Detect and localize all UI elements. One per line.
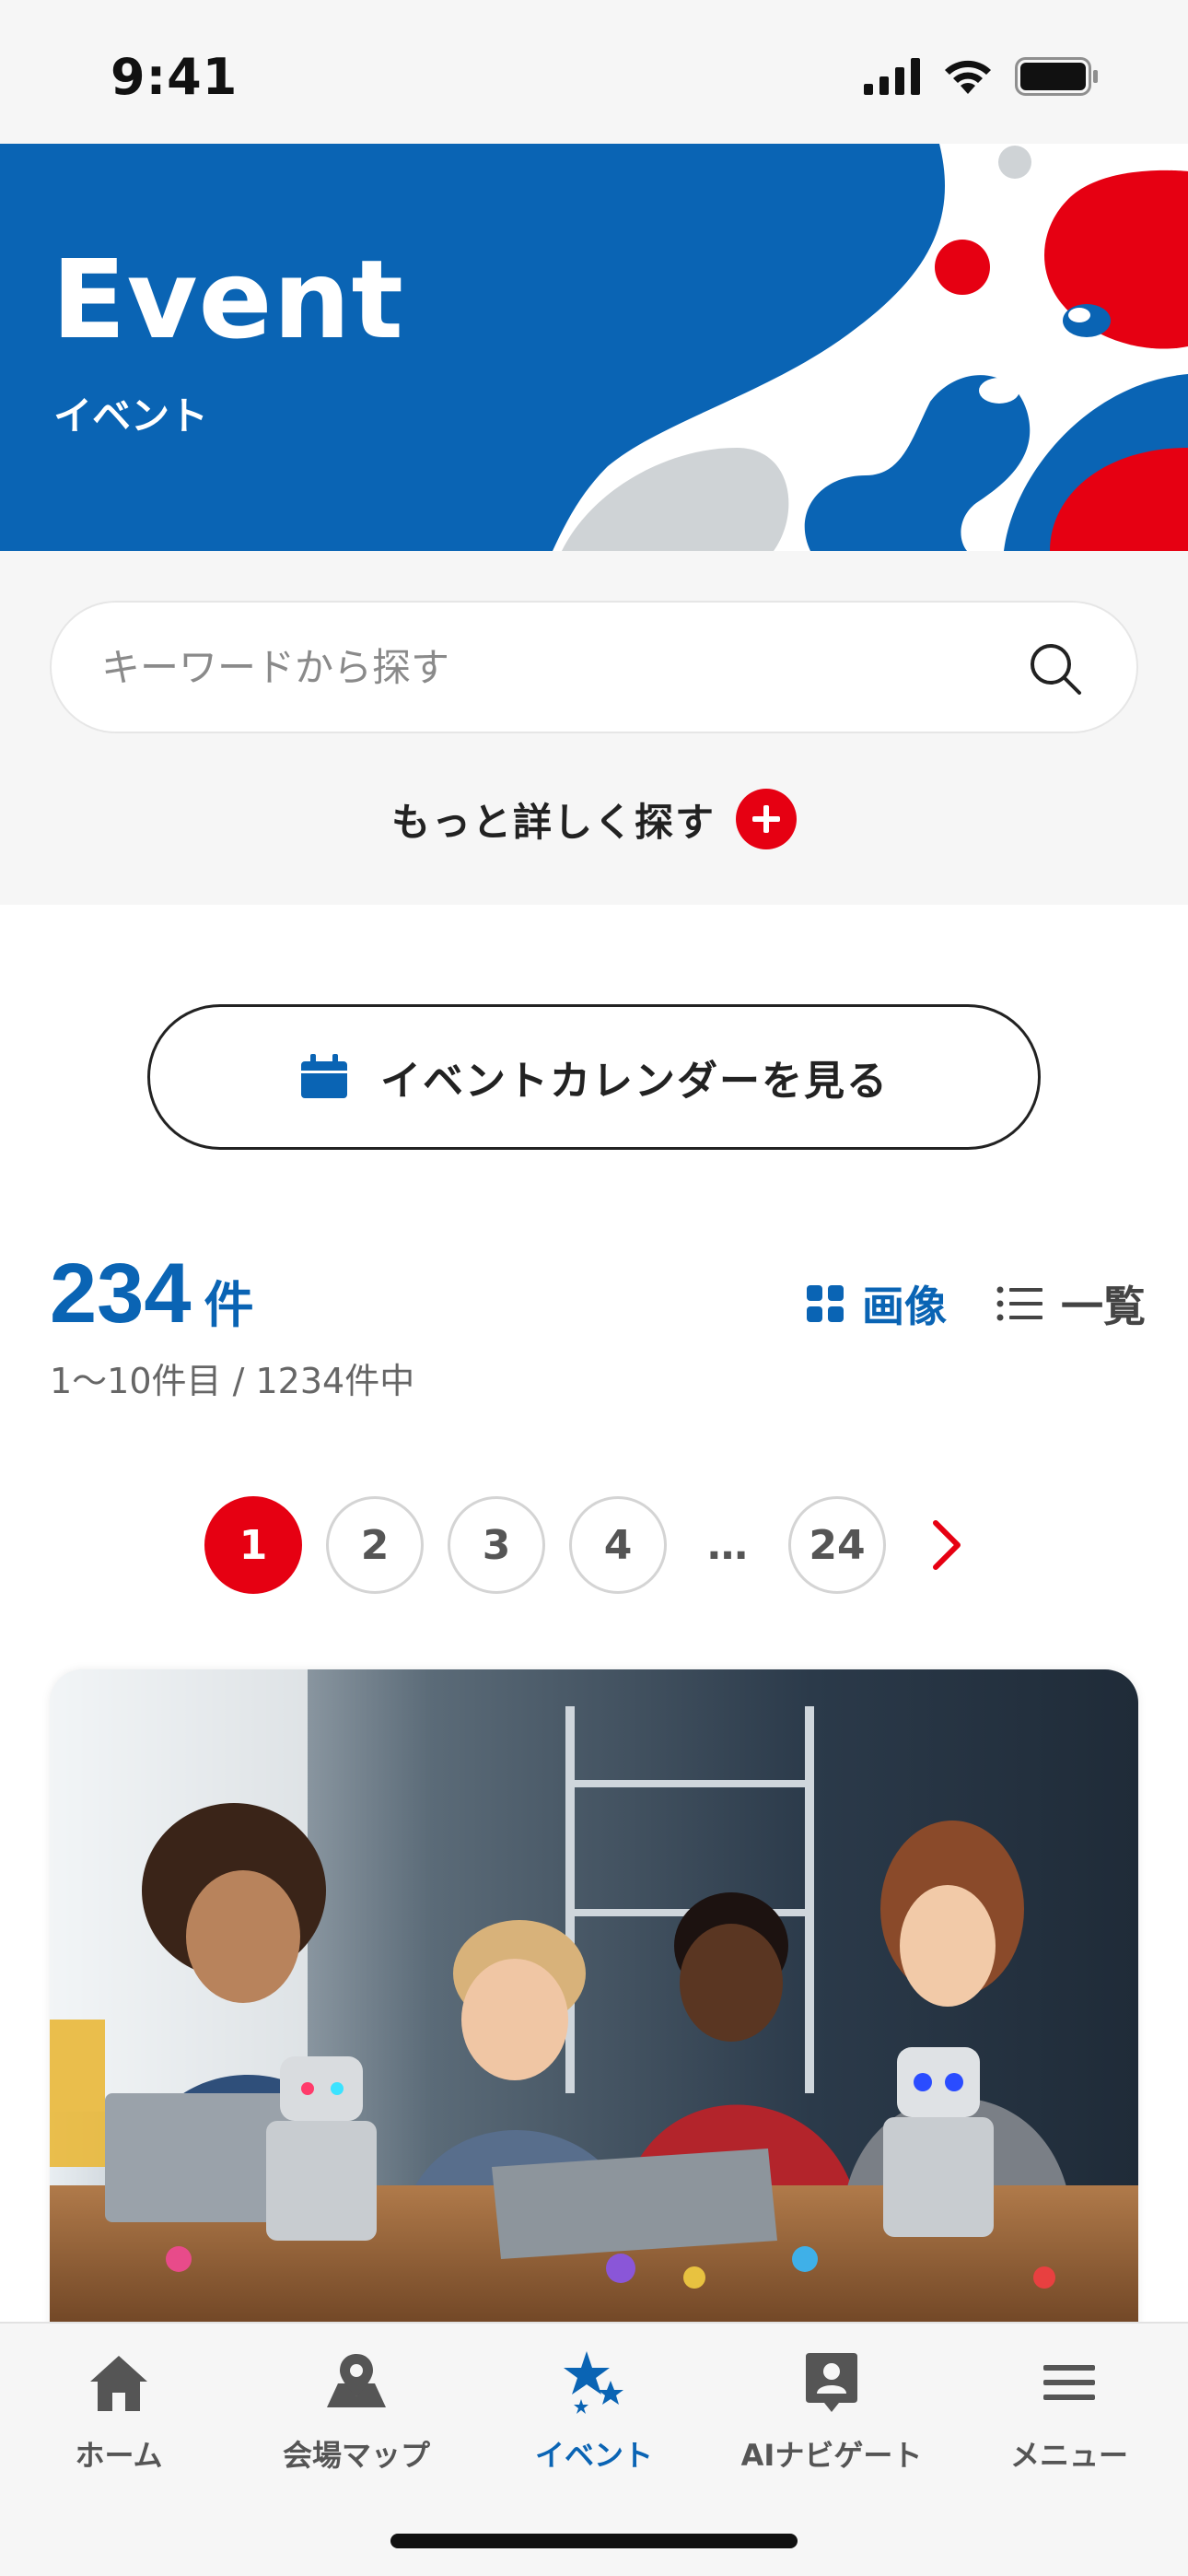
result-count-unit: 件 — [204, 1276, 254, 1334]
menu-icon — [1043, 2365, 1095, 2400]
status-icons — [864, 57, 1100, 96]
plus-circle-icon — [736, 789, 797, 849]
next-page-button[interactable] — [910, 1496, 984, 1594]
search-box — [50, 601, 1138, 733]
wifi-icon — [945, 60, 991, 94]
bottom-navigation: ホーム 会場マップ イベント AIナビゲート メニュー — [0, 2322, 1188, 2576]
page-button[interactable]: 3 — [448, 1496, 545, 1594]
event-photo — [50, 1669, 1138, 2333]
view-toggle: 画像 一覧 — [807, 1273, 1146, 1334]
signal-icon — [864, 58, 920, 95]
home-icon — [90, 2356, 147, 2411]
status-time: 9:41 — [111, 48, 239, 106]
calendar-icon — [301, 1054, 347, 1098]
page-button[interactable]: 2 — [326, 1496, 424, 1594]
nav-item-event[interactable]: イベント — [479, 2346, 709, 2475]
page-subtitle: イベント — [53, 393, 209, 439]
result-count-number: 234 — [50, 1247, 192, 1341]
map-icon — [327, 2354, 386, 2407]
page-button-last[interactable]: 24 — [788, 1496, 886, 1594]
page-ellipsis: … — [707, 1521, 748, 1569]
view-image-label: 画像 — [862, 1282, 947, 1331]
result-range: 1〜10件目 / 1234件中 — [50, 1361, 415, 1401]
search-icon[interactable] — [1026, 639, 1085, 698]
advanced-search-toggle[interactable]: もっと詳しく探す — [0, 789, 1188, 849]
nav-label: ホーム — [75, 2438, 163, 2473]
event-calendar-label: イベントカレンダーを見る — [380, 1058, 889, 1105]
event-stars-icon — [564, 2351, 623, 2414]
nav-item-ai-navigate[interactable]: AIナビゲート — [716, 2346, 947, 2475]
hero-banner: Event イベント — [0, 144, 1188, 551]
grid-icon — [807, 1285, 844, 1322]
page-title: Event — [52, 236, 404, 363]
search-area: もっと詳しく探す — [0, 551, 1188, 905]
event-card[interactable] — [50, 1669, 1138, 2333]
battery-icon — [1015, 57, 1098, 96]
list-icon — [996, 1286, 1042, 1321]
chevron-right-icon — [933, 1520, 961, 1570]
nav-label: メニュー — [1009, 2438, 1128, 2473]
view-list-option[interactable]: 一覧 — [996, 1273, 1146, 1334]
nav-item-home[interactable]: ホーム — [4, 2346, 234, 2475]
pagination: 1 2 3 4 … 24 — [0, 1496, 1188, 1594]
page-button-current[interactable]: 1 — [204, 1496, 302, 1594]
search-input[interactable] — [101, 603, 1022, 732]
result-count: 234 件 — [50, 1246, 254, 1342]
nav-label: AIナビゲート — [740, 2438, 923, 2473]
advanced-search-label: もっと詳しく探す — [390, 799, 716, 845]
page-button[interactable]: 4 — [569, 1496, 667, 1594]
status-bar: 9:41 — [0, 0, 1188, 144]
view-list-label: 一覧 — [1061, 1282, 1146, 1331]
event-calendar-button[interactable]: イベントカレンダーを見る — [147, 1004, 1041, 1150]
view-image-option[interactable]: 画像 — [807, 1273, 947, 1334]
home-indicator — [390, 2534, 798, 2548]
nav-item-menu[interactable]: メニュー — [954, 2346, 1184, 2475]
ai-navigate-icon — [806, 2353, 857, 2412]
nav-item-map[interactable]: 会場マップ — [241, 2346, 472, 2475]
nav-label: 会場マップ — [282, 2438, 430, 2473]
nav-label: イベント — [534, 2438, 653, 2473]
